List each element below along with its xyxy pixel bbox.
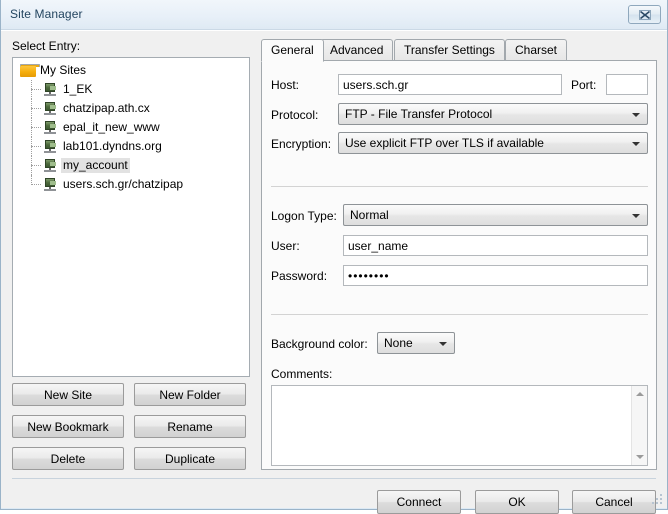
tree-item-label: my_account bbox=[61, 158, 130, 173]
tree-item-label: epal_it_new_www bbox=[63, 120, 160, 134]
comments-scrollbar[interactable] bbox=[631, 386, 647, 465]
site-tree: My Sites 1_EK chatzipap.ath.cx epal_it_n… bbox=[13, 58, 249, 194]
background-color-select[interactable]: None bbox=[377, 332, 455, 354]
dialog-client-area: Select Entry: My Sites 1_EK chatzipap.at… bbox=[1, 30, 667, 514]
footer-divider bbox=[12, 478, 656, 479]
window-title: Site Manager bbox=[10, 7, 83, 21]
select-entry-label: Select Entry: bbox=[12, 39, 81, 53]
user-label: User: bbox=[271, 239, 300, 253]
ok-button[interactable]: OK bbox=[475, 490, 559, 514]
comments-textarea[interactable] bbox=[272, 386, 632, 465]
tree-item-users-sch-gr-chatzipap[interactable]: users.sch.gr/chatzipap bbox=[13, 175, 249, 194]
tree-item-lab101-dyndns-org[interactable]: lab101.dyndns.org bbox=[13, 137, 249, 156]
background-color-select-value: None bbox=[384, 336, 413, 350]
protocol-select-value: FTP - File Transfer Protocol bbox=[345, 107, 493, 121]
server-icon bbox=[43, 102, 57, 116]
chevron-down-icon bbox=[439, 342, 447, 346]
tab-general[interactable]: General bbox=[261, 39, 324, 62]
general-tab-panel: Host: Port: Protocol: FTP - File Transfe… bbox=[261, 60, 657, 470]
password-input[interactable] bbox=[343, 265, 648, 286]
new-bookmark-button[interactable]: New Bookmark bbox=[12, 415, 124, 438]
server-icon bbox=[43, 159, 57, 173]
tree-item-1-ek[interactable]: 1_EK bbox=[13, 80, 249, 99]
tree-item-label: users.sch.gr/chatzipap bbox=[63, 177, 184, 191]
encryption-select-value: Use explicit FTP over TLS if available bbox=[345, 136, 544, 150]
password-label: Password: bbox=[271, 269, 328, 283]
duplicate-button[interactable]: Duplicate bbox=[134, 447, 246, 470]
tree-item-epal-it-new-www[interactable]: epal_it_new_www bbox=[13, 118, 249, 137]
tree-item-label: chatzipap.ath.cx bbox=[63, 101, 150, 115]
tab-advanced[interactable]: Advanced bbox=[320, 39, 394, 61]
scroll-up-icon[interactable] bbox=[632, 386, 648, 402]
site-manager-dialog: Site Manager Select Entry: My Sites 1_EK… bbox=[0, 0, 668, 514]
protocol-label: Protocol: bbox=[271, 108, 319, 122]
server-icon bbox=[43, 121, 57, 135]
background-color-label: Background color: bbox=[271, 337, 368, 351]
new-folder-button[interactable]: New Folder bbox=[134, 383, 246, 406]
protocol-select[interactable]: FTP - File Transfer Protocol bbox=[338, 103, 648, 125]
comments-label: Comments: bbox=[271, 367, 333, 381]
logon-type-select-value: Normal bbox=[350, 208, 389, 222]
port-label: Port: bbox=[571, 78, 597, 92]
comments-box bbox=[271, 385, 648, 466]
port-input[interactable] bbox=[606, 74, 648, 95]
tree-item-my-sites[interactable]: My Sites bbox=[13, 61, 249, 80]
close-button[interactable] bbox=[628, 5, 661, 24]
site-tree-panel[interactable]: My Sites 1_EK chatzipap.ath.cx epal_it_n… bbox=[12, 57, 250, 377]
user-input[interactable] bbox=[343, 235, 648, 256]
logon-type-select[interactable]: Normal bbox=[343, 204, 648, 226]
tab-transfer-settings[interactable]: Transfer Settings bbox=[394, 39, 505, 61]
delete-button[interactable]: Delete bbox=[12, 447, 124, 470]
encryption-label: Encryption: bbox=[271, 137, 332, 151]
chevron-down-icon bbox=[632, 113, 640, 117]
logon-type-label: Logon Type: bbox=[271, 209, 337, 223]
tree-item-label: lab101.dyndns.org bbox=[63, 139, 162, 153]
tree-item-label: My Sites bbox=[40, 63, 87, 77]
encryption-select[interactable]: Use explicit FTP over TLS if available bbox=[338, 132, 648, 154]
scroll-down-icon[interactable] bbox=[632, 449, 648, 465]
section-divider bbox=[271, 186, 648, 187]
section-divider bbox=[271, 314, 648, 315]
server-icon bbox=[43, 140, 57, 154]
title-bar[interactable]: Site Manager bbox=[1, 0, 667, 30]
host-input[interactable] bbox=[338, 74, 562, 95]
chevron-down-icon bbox=[632, 214, 640, 218]
tree-item-chatzipap-ath-cx[interactable]: chatzipap.ath.cx bbox=[13, 99, 249, 118]
tree-item-my-account[interactable]: my_account bbox=[13, 156, 249, 175]
chevron-down-icon bbox=[632, 142, 640, 146]
resize-grip[interactable] bbox=[652, 494, 664, 506]
new-site-button[interactable]: New Site bbox=[12, 383, 124, 406]
server-icon bbox=[43, 83, 57, 97]
server-icon bbox=[43, 178, 57, 192]
host-label: Host: bbox=[271, 78, 300, 92]
folder-icon bbox=[20, 64, 40, 77]
tab-charset[interactable]: Charset bbox=[505, 39, 568, 61]
rename-button[interactable]: Rename bbox=[134, 415, 246, 438]
connect-button[interactable]: Connect bbox=[377, 490, 461, 514]
tree-item-label: 1_EK bbox=[63, 82, 93, 96]
cancel-button[interactable]: Cancel bbox=[572, 490, 656, 514]
